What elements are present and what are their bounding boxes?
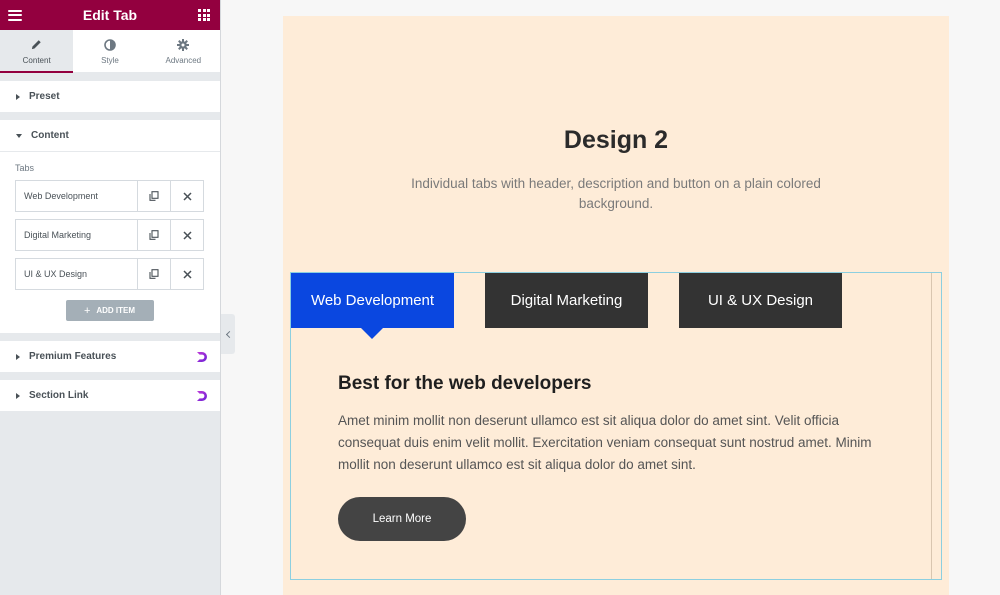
panel-header: Edit Tab [0, 0, 220, 30]
section-premium-features[interactable]: Premium Features [0, 341, 220, 372]
close-icon [182, 269, 192, 279]
close-icon [182, 230, 192, 240]
tab-content-label: Content [22, 55, 51, 65]
tab-pane-description: Amet minim mollit non deserunt ullamco e… [338, 413, 872, 472]
tabs-widget: Web Development Digital Marketing UI & U… [290, 272, 942, 580]
duplicate-button[interactable] [137, 259, 170, 289]
chevron-left-icon [225, 330, 234, 338]
repeater-item-title[interactable]: Digital Marketing [16, 220, 137, 250]
tab-style-label: Style [101, 55, 119, 65]
repeater-item: Web Development [15, 180, 204, 212]
close-icon [182, 191, 192, 201]
section-preset[interactable]: Preset [0, 81, 220, 112]
panel-title: Edit Tab [82, 7, 138, 23]
section-preset-label: Preset [29, 91, 60, 102]
pencil-icon [31, 38, 42, 52]
divider [931, 273, 932, 579]
preview-section: Design 2 Individual tabs with header, de… [283, 16, 949, 595]
repeater-item: Digital Marketing [15, 219, 204, 251]
section-content-label: Content [31, 130, 69, 141]
tab-web-development[interactable]: Web Development [291, 273, 454, 328]
add-item-label: ADD ITEM [96, 306, 136, 315]
caret-right-icon [16, 392, 20, 399]
premium-addons-logo-icon [197, 390, 207, 401]
copy-icon [149, 230, 159, 240]
section-content[interactable]: Content [0, 120, 220, 151]
active-tab-pointer [361, 328, 383, 339]
tab-advanced[interactable]: Advanced [147, 30, 220, 72]
copy-icon [149, 191, 159, 201]
collapse-panel-handle[interactable] [221, 314, 235, 354]
panel-tabs: Content Style Advanced [0, 30, 220, 73]
copy-icon [149, 269, 159, 279]
remove-button[interactable] [170, 220, 203, 250]
add-item-button[interactable]: + ADD ITEM [65, 300, 154, 321]
section-description: Individual tabs with header, description… [411, 176, 821, 211]
tab-content[interactable]: Content [0, 30, 74, 73]
duplicate-button[interactable] [137, 181, 170, 211]
tab-ui-ux-design[interactable]: UI & UX Design [679, 273, 842, 328]
repeater-item-title[interactable]: UI & UX Design [16, 259, 137, 289]
tab-style[interactable]: Style [73, 30, 146, 72]
section-premium-features-label: Premium Features [29, 351, 117, 362]
premium-addons-logo-icon [197, 351, 207, 362]
widgets-grid-icon[interactable] [198, 9, 210, 21]
plus-icon: + [83, 304, 91, 317]
gear-icon [177, 38, 190, 52]
content-section-body: Tabs Web Development Digital Marketing U… [0, 151, 220, 333]
tabs-control-label: Tabs [15, 163, 35, 173]
repeater-item-title[interactable]: Web Development [16, 181, 137, 211]
caret-down-icon [16, 133, 22, 138]
duplicate-button[interactable] [137, 220, 170, 250]
section-section-link-label: Section Link [29, 390, 89, 401]
remove-button[interactable] [170, 259, 203, 289]
editor-panel: Edit Tab Content Style Advanced Preset C… [0, 0, 221, 595]
tab-digital-marketing[interactable]: Digital Marketing [485, 273, 648, 328]
caret-right-icon [16, 353, 20, 360]
remove-button[interactable] [170, 181, 203, 211]
contrast-icon [104, 38, 116, 52]
caret-right-icon [16, 93, 20, 100]
tab-pane-title: Best for the web developers [338, 373, 592, 394]
learn-more-button[interactable]: Learn More [338, 497, 466, 541]
tab-advanced-label: Advanced [165, 55, 202, 65]
section-section-link[interactable]: Section Link [0, 380, 220, 411]
section-heading: Design 2 [563, 126, 669, 154]
repeater-item: UI & UX Design [15, 258, 204, 290]
hamburger-menu-icon[interactable] [8, 9, 22, 21]
